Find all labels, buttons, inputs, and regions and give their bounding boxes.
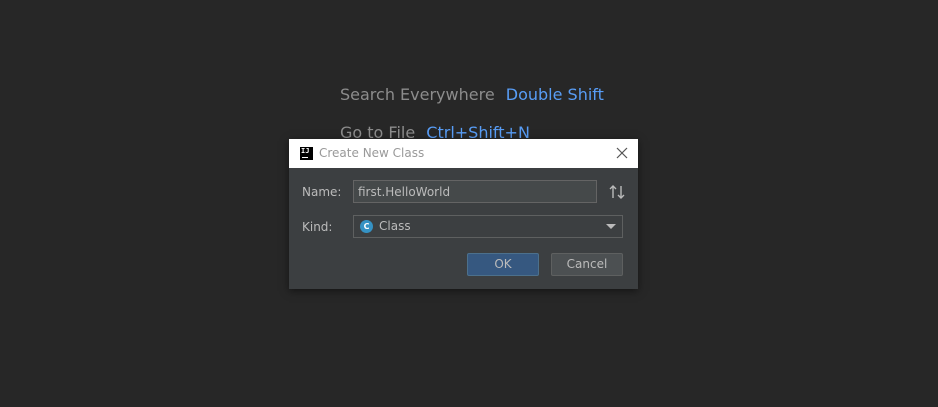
hint-search-shortcut: Double Shift — [505, 85, 604, 104]
dialog-titlebar: IJ Create New Class — [289, 139, 638, 168]
cancel-button[interactable]: Cancel — [551, 253, 623, 276]
hint-search-label: Search Everywhere — [340, 85, 495, 104]
hint-search-everywhere: Search Everywhere Double Shift — [340, 85, 604, 104]
create-new-class-dialog: IJ Create New Class Name: Kind: C Class … — [289, 139, 638, 289]
intellij-app-icon: IJ — [300, 147, 313, 160]
close-icon[interactable] — [614, 145, 630, 161]
name-label: Name: — [302, 185, 342, 199]
ok-button[interactable]: OK — [467, 253, 539, 276]
class-type-icon: C — [360, 220, 373, 233]
kind-selected-value: Class — [379, 219, 411, 233]
kind-dropdown[interactable]: C Class — [353, 215, 623, 238]
kind-label: Kind: — [302, 220, 333, 234]
class-name-input[interactable] — [353, 180, 597, 203]
chevron-down-icon — [606, 224, 616, 229]
dialog-title: Create New Class — [319, 146, 425, 160]
sort-arrows-icon[interactable] — [607, 182, 627, 202]
